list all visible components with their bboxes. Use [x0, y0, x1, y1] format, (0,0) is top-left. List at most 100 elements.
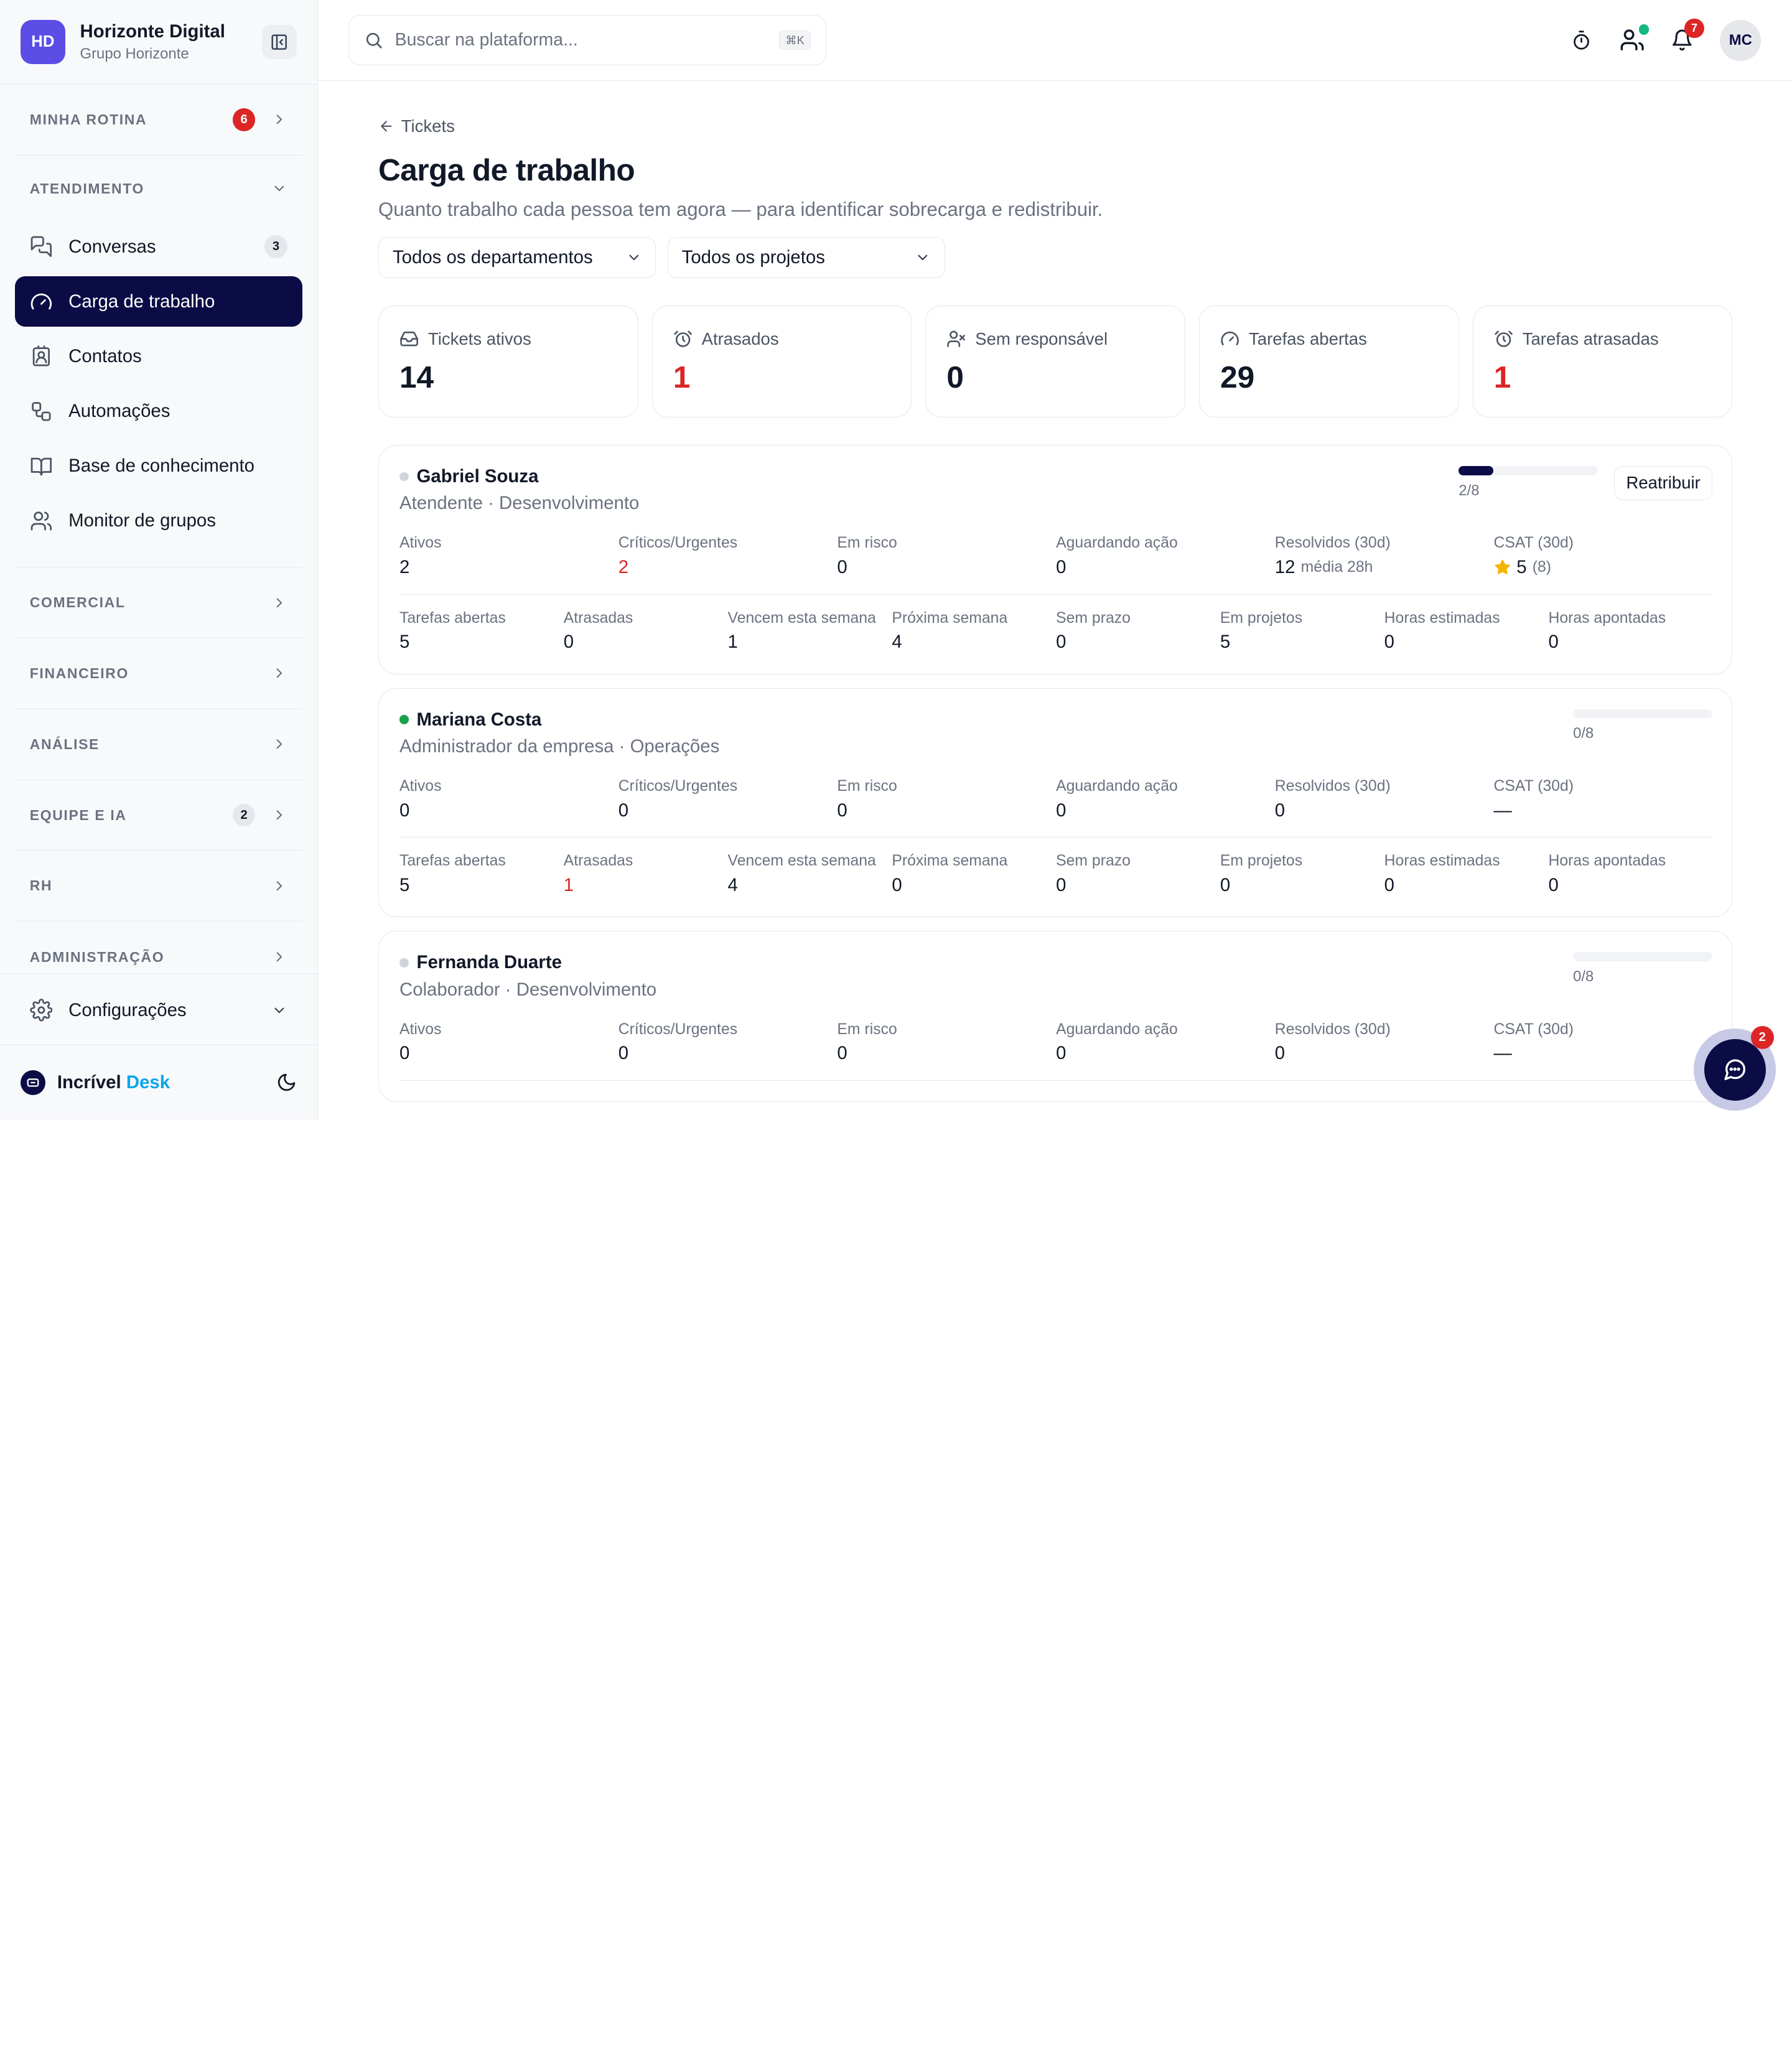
avatar[interactable]: MC [1720, 19, 1762, 61]
metric-label: Críticos/Urgentes [618, 534, 738, 552]
stat-card-atrasados: Atrasados 1 [651, 305, 912, 417]
sidebar-section-comercial[interactable]: COMERCIAL [14, 567, 302, 638]
task-metrics: Tarefas abertas 5 Atrasadas 0 Vencem esta … [399, 609, 1712, 653]
sidebar-item-label: Conversas [68, 236, 156, 257]
sidebar-item-conversas[interactable]: Conversas 3 [15, 222, 302, 272]
metric-value: 0 [1548, 875, 1559, 896]
metric-label: CSAT (30d) [1493, 778, 1574, 795]
metric-value: 1 [563, 875, 574, 896]
sidebar-section-rh[interactable]: RH [14, 851, 302, 922]
sidebar-item-carga-de-trabalho[interactable]: Carga de trabalho [14, 276, 302, 327]
metric-tarefas-abertas: Tarefas abertas 5 [399, 609, 564, 653]
metric-csat: CSAT (30d) 5 (8) [1494, 533, 1713, 578]
metric-value: 0 [1384, 875, 1394, 896]
gauge-icon [30, 291, 53, 314]
sidebar-item-configuracoes[interactable]: Configurações [15, 978, 302, 1042]
chevron-right-icon [276, 810, 282, 820]
notifications-button[interactable]: 7 [1669, 18, 1704, 52]
section-label: MINHA ROTINA [29, 111, 147, 128]
sidebar-item-label: Automações [68, 401, 170, 422]
chat-unread-badge: 2 [1750, 1026, 1774, 1050]
capacity-meter: 0/8 [1573, 709, 1713, 743]
metric-horas-apontadas: Horas apontadas 0 [1548, 609, 1712, 653]
workload-card: Gabriel Souza Atendente · Desenvolviment… [378, 444, 1733, 674]
book-open-icon [30, 455, 53, 478]
brand-logo[interactable]: HD [21, 19, 65, 65]
person-name: Gabriel Souza [399, 466, 1458, 487]
stat-value: 1 [1493, 360, 1511, 395]
sidebar-item-label: Base de conhecimento [68, 455, 255, 477]
metric-label: Sem prazo [1056, 852, 1131, 870]
metric-value: — [1493, 1043, 1512, 1064]
metric-label: Atrasadas [563, 609, 633, 627]
sidebar-item-monitor-de-grupos[interactable]: Monitor de grupos [15, 496, 302, 546]
chevron-down-icon [274, 185, 284, 192]
person-role: Colaborador · Desenvolvimento [399, 979, 657, 1000]
stat-value: 14 [399, 360, 434, 395]
alarm-icon [673, 330, 692, 347]
project-filter-select[interactable]: Todos os projetos [667, 236, 945, 278]
person-name: Mariana Costa [399, 709, 1573, 730]
search-input[interactable]: Buscar na plataforma... ⌘K [348, 15, 826, 66]
stat-label: Tarefas atrasadas [1522, 329, 1659, 348]
department-filter-select[interactable]: Todos os departamentos [378, 236, 656, 278]
reassign-button[interactable]: Reatribuir [1614, 465, 1713, 500]
capacity-bar [1458, 465, 1598, 475]
chat-launcher-button[interactable]: 2 [1694, 1026, 1776, 1111]
metric-proxima-semana: Próxima semana 4 [892, 609, 1056, 653]
sidebar-section-financeiro[interactable]: FINANCEIRO [14, 638, 302, 709]
gear-icon [29, 999, 53, 1022]
metric-label: Sem prazo [1056, 609, 1131, 627]
back-to-tickets-link[interactable]: Tickets [378, 116, 455, 136]
metric-label: Em projetos [1220, 609, 1303, 627]
topbar-actions: 7 MC [1569, 18, 1762, 61]
metric-value: 0 [1056, 557, 1066, 578]
page-subtitle: Quanto trabalho cada pessoa tem agora — … [378, 198, 1103, 220]
stat-value: 1 [673, 360, 691, 395]
chevron-right-icon [276, 881, 282, 891]
timer-button[interactable] [1569, 27, 1594, 52]
metric-ativos: Ativos 2 [399, 533, 618, 578]
theme-toggle-button[interactable] [276, 1072, 297, 1093]
metric-value: 1 [727, 632, 738, 653]
sidebar-item-base-de-conhecimento[interactable]: Base de conhecimento [15, 441, 302, 492]
team-presence-button[interactable] [1620, 24, 1650, 52]
metric-label: Atrasadas [563, 852, 633, 870]
section-label: RH [29, 877, 53, 894]
metric-aguardando: Aguardando ação 0 [1056, 777, 1275, 821]
metric-label: Tarefas abertas [399, 609, 506, 627]
metric-value: 0 [399, 800, 410, 821]
chevron-right-icon [276, 597, 282, 607]
metric-value: 0 [1056, 1043, 1066, 1064]
capacity-bar [1573, 709, 1713, 719]
sidebar-section-minha-rotina[interactable]: MINHA ROTINA 6 [14, 85, 302, 156]
stat-label: Tickets ativos [427, 329, 531, 348]
capacity-text: 2/8 [1458, 482, 1480, 499]
brand-org: Grupo Horizonte [80, 45, 189, 63]
sidebar-item-contatos[interactable]: Contatos [15, 332, 302, 382]
ticket-metrics: Ativos 2 Críticos/Urgentes 2 Em risco 0 Agu… [399, 533, 1713, 595]
section-label: COMERCIAL [29, 594, 126, 610]
stat-card-tarefas-atrasadas: Tarefas atrasadas 1 [1472, 305, 1733, 417]
metric-label: CSAT (30d) [1493, 1020, 1574, 1038]
metric-horas-estimadas: Horas estimadas 0 [1384, 851, 1549, 896]
metric-label: Próxima semana [892, 609, 1008, 627]
ticket-metrics: Ativos 0 Críticos/Urgentes 0 Em risco 0 Agu… [399, 777, 1713, 838]
metric-label: Aguardando ação [1056, 534, 1178, 552]
metric-atrasadas: Atrasadas 1 [564, 851, 728, 896]
sidebar-item-label: Contatos [68, 346, 142, 367]
sidebar-section-analise[interactable]: ANÁLISE [14, 709, 302, 780]
sidebar-section-equipe-e-ia[interactable]: EQUIPE E IA 2 [14, 780, 302, 851]
sidebar-item-automacoes[interactable]: Automações [15, 386, 302, 437]
product-name-main: Incrível [57, 1071, 121, 1093]
stat-label: Tarefas abertas [1249, 329, 1367, 348]
metric-label: Vencem esta semana [727, 852, 876, 870]
capacity-meter: 0/8 [1573, 952, 1713, 986]
sidebar-item-label: Carga de trabalho [68, 291, 215, 312]
metric-csat: CSAT (30d) — [1494, 1020, 1713, 1065]
chevron-down-icon [274, 1007, 284, 1013]
atendimento-header[interactable]: ATENDIMENTO [15, 156, 302, 222]
collapse-sidebar-button[interactable] [262, 24, 297, 59]
back-link-label: Tickets [401, 116, 455, 136]
metric-ativos: Ativos 0 [399, 1020, 618, 1065]
